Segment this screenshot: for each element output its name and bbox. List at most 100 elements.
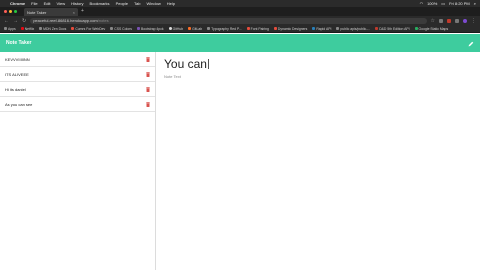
profile-avatar-icon[interactable] — [463, 18, 467, 23]
bookmark-item[interactable]: Cumrs For WebDev — [71, 27, 105, 31]
bookmark-item[interactable]: Netflix — [20, 26, 35, 31]
note-title: As you can see — [5, 101, 33, 107]
search-icon[interactable]: ⌕ — [474, 1, 476, 6]
window-controls — [4, 10, 17, 13]
minimize-window-icon[interactable] — [9, 10, 12, 13]
pencil-icon[interactable] — [468, 34, 474, 52]
bookmark-item[interactable]: Bootstrap 4pck — [136, 26, 164, 31]
battery-percent: 100% — [427, 1, 438, 6]
note-title-value: You can — [164, 56, 207, 71]
bookmark-item[interactable]: Rapid API — [312, 27, 331, 31]
bookmark-item[interactable]: Typography Red P... — [207, 26, 242, 31]
bookmark-label: GitLab — [192, 26, 203, 31]
more-menu-icon[interactable]: ⋮ — [471, 18, 476, 24]
bookmark-item[interactable]: GitLab — [188, 27, 202, 31]
wifi-icon[interactable]: ◠ — [420, 1, 424, 6]
github-icon — [168, 27, 172, 30]
menu-edit[interactable]: Edit — [44, 1, 51, 6]
bookmark-item[interactable]: D&D 5th Edition API — [375, 26, 410, 31]
menu-app-name[interactable]: Chrome — [10, 1, 25, 6]
menu-window[interactable]: Window — [146, 1, 160, 6]
extension-icon[interactable] — [455, 18, 459, 23]
forward-icon[interactable]: → — [13, 18, 18, 24]
tab-title: Note Taker — [27, 9, 47, 15]
bookmark-label: GitHub — [172, 26, 184, 31]
bookmark-label: Rapid API — [316, 26, 332, 31]
apps-grid-icon — [4, 27, 7, 30]
bookmark-item[interactable]: Google Static Maps — [414, 26, 449, 31]
close-window-icon[interactable] — [4, 10, 7, 13]
menu-bookmarks[interactable]: Bookmarks — [90, 1, 110, 6]
bookmark-item[interactable]: Dynamic Designers — [273, 26, 308, 31]
bookmark-icon — [246, 27, 250, 30]
back-icon[interactable]: ← — [4, 18, 9, 24]
note-title: KEVVVIIIIINN — [5, 56, 30, 62]
battery-icon[interactable]: ▭ — [441, 1, 445, 6]
bookmark-label: public apis/public-... — [340, 26, 371, 31]
bookmark-icon — [375, 27, 379, 30]
note-text-input[interactable]: Note Text — [164, 74, 473, 79]
note-title-input[interactable]: You can — [164, 55, 473, 72]
note-list: KEVVVIIIIINN ITS ALIVEEE Hi its daniel A… — [0, 52, 156, 270]
bookmark-label: Cumrs For WebDev — [75, 26, 106, 31]
menu-file[interactable]: File — [31, 1, 37, 6]
bookmarks-bar: Apps Netflix MDN Zen Docs Cumrs For WebD… — [0, 25, 480, 33]
note-title: ITS ALIVEEE — [5, 71, 29, 77]
bookmark-label: Dynamic Designers — [277, 26, 308, 31]
extension-icon[interactable] — [447, 18, 451, 23]
menu-people[interactable]: People — [116, 1, 128, 6]
list-item[interactable]: As you can see — [0, 97, 155, 112]
bookmark-icon — [207, 27, 211, 30]
netflix-icon — [20, 27, 24, 30]
new-tab-icon[interactable]: + — [81, 8, 84, 14]
list-item[interactable]: ITS ALIVEEE — [0, 67, 155, 82]
menu-help[interactable]: Help — [167, 1, 175, 6]
tab-close-icon[interactable]: × — [73, 10, 75, 15]
menu-tab[interactable]: Tab — [134, 1, 140, 6]
reload-icon[interactable]: ↻ — [22, 18, 26, 24]
gitlab-icon — [188, 27, 192, 30]
bookmark-star-icon[interactable]: ☆ — [431, 18, 435, 24]
bookmark-label: D&D 5th Edition API — [379, 26, 410, 31]
maximize-window-icon[interactable] — [14, 10, 17, 13]
browser-tab-note-taker[interactable]: Note Taker × — [24, 8, 78, 16]
bookmark-label: MDN Zen Docs — [43, 26, 67, 31]
trash-icon[interactable] — [146, 86, 150, 92]
browser-tab-strip: Note Taker × + — [0, 7, 480, 16]
bookmark-label: Bootstrap 4pck — [140, 26, 164, 31]
app-brand[interactable]: Note Taker — [6, 40, 31, 46]
bookmark-item[interactable]: GitHub — [168, 26, 184, 31]
menu-history[interactable]: History — [71, 1, 83, 6]
address-bar[interactable]: peaceful-reef-86816.herokuapp.com/notes — [30, 17, 427, 24]
browser-toolbar: ← → ↻ peaceful-reef-86816.herokuapp.com /… — [0, 16, 480, 25]
note-title: Hi its daniel — [5, 86, 26, 92]
text-caret — [207, 58, 209, 69]
list-item[interactable]: Hi its daniel — [0, 82, 155, 97]
bookmark-icon — [273, 27, 277, 30]
trash-icon[interactable] — [146, 101, 150, 107]
url-path: /notes — [97, 18, 109, 23]
clock[interactable]: Fri 8:20 PM — [449, 1, 470, 6]
list-item[interactable]: KEVVVIIIIINN — [0, 52, 155, 67]
note-editor: You can Note Text — [157, 52, 480, 270]
bookmark-label: Netflix — [24, 26, 35, 31]
extension-icon[interactable] — [439, 18, 443, 23]
app-header: Note Taker — [0, 34, 480, 52]
bookmark-icon — [336, 27, 340, 30]
bookmark-label: Typography Red P... — [211, 26, 242, 31]
bookmark-item[interactable]: Font Pairing — [246, 27, 269, 31]
bookmark-icon — [71, 27, 75, 30]
macos-menu-bar: Chrome File Edit View History Bookmarks … — [0, 0, 480, 7]
menu-view[interactable]: View — [56, 1, 65, 6]
trash-icon[interactable] — [146, 56, 150, 62]
bookmark-item[interactable]: CSS Colors — [110, 27, 132, 31]
bookmark-icon — [110, 27, 114, 30]
bookmark-item[interactable]: Apps — [4, 27, 16, 31]
bookmark-icon — [39, 27, 43, 30]
bookmark-label: Apps — [8, 26, 16, 31]
bookmark-item[interactable]: MDN Zen Docs — [39, 27, 66, 31]
url-host: peaceful-reef-86816.herokuapp.com — [33, 18, 98, 23]
trash-icon[interactable] — [146, 71, 150, 77]
bookmark-label: Google Static Maps — [418, 26, 449, 31]
bookmark-item[interactable]: public apis/public-... — [336, 27, 370, 31]
